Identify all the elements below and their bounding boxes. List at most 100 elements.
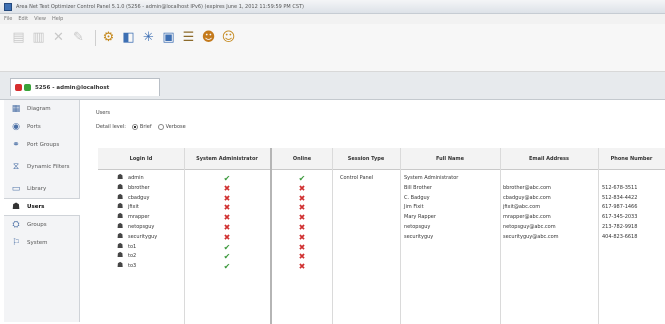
sidebar-item-diagram[interactable]: ▦ Diagram bbox=[4, 100, 80, 118]
library-icon: ▭ bbox=[11, 184, 21, 194]
email-address-cell: bbrother@abc.com bbox=[503, 184, 551, 191]
user-icon: ☗ bbox=[117, 251, 124, 260]
email-address-cell: securityguy@abc.com bbox=[503, 233, 559, 240]
check-icon: ✔ bbox=[223, 242, 231, 252]
email-address-cell: mrapper@abc.com bbox=[503, 214, 551, 221]
groups-icon: ⛭ bbox=[12, 220, 20, 230]
user-icon: ☗ bbox=[117, 241, 124, 250]
full-name-cell: C. Badguy bbox=[404, 194, 430, 201]
column-divider bbox=[598, 148, 599, 324]
login-id-cell[interactable]: netopsguy bbox=[128, 223, 154, 232]
column-header-session-type[interactable]: Session Type bbox=[332, 148, 400, 170]
login-id-cell[interactable]: securityguy bbox=[128, 233, 157, 242]
login-id-cell[interactable]: to3 bbox=[128, 262, 136, 271]
library-tool-icon[interactable]: ▣ bbox=[160, 29, 177, 46]
frozen-column-divider[interactable] bbox=[270, 148, 272, 324]
cross-icon: ✖ bbox=[298, 213, 306, 223]
filter-icon: ⧖ bbox=[12, 162, 20, 172]
cross-icon: ✖ bbox=[223, 232, 231, 242]
email-address-cell: netopsguy@abc.com bbox=[503, 224, 556, 230]
email-address-cell: cbadguy@abc.com bbox=[503, 194, 551, 201]
full-name-cell: Bill Brother bbox=[404, 184, 432, 191]
sidebar-item-port-groups[interactable]: ⚭ Port Groups bbox=[4, 136, 80, 154]
check-icon: ✔ bbox=[223, 174, 231, 183]
login-id-cell[interactable]: jfixit bbox=[128, 203, 139, 212]
brief-radio-label[interactable]: Brief bbox=[140, 124, 152, 130]
login-id-cell[interactable]: cbadguy bbox=[128, 194, 149, 203]
user-icon: ☗ bbox=[117, 192, 124, 201]
menu-bar: File Edit View Help bbox=[0, 14, 665, 24]
window-title-bar: Area Net Test Optimizer Control Panel 5.… bbox=[0, 0, 665, 14]
delete-icon[interactable]: ✕ bbox=[50, 29, 67, 46]
login-id-cell[interactable]: mrapper bbox=[128, 213, 149, 222]
report-tool-icon[interactable]: ☰ bbox=[180, 29, 197, 46]
detail-level-label: Detail level: bbox=[96, 124, 126, 130]
ports-tool-icon[interactable]: ⚙ bbox=[100, 29, 117, 46]
column-divider bbox=[400, 148, 401, 324]
sidebar-item-system[interactable]: ⚐ System bbox=[4, 234, 80, 252]
login-id-cell[interactable]: to2 bbox=[128, 252, 136, 261]
connected-status-icon bbox=[24, 84, 31, 91]
user-icon: ☗ bbox=[117, 182, 124, 191]
users-icon: ☗ bbox=[11, 202, 21, 212]
column-header-full-name[interactable]: Full Name bbox=[400, 148, 500, 170]
verbose-radio-label[interactable]: Verbose bbox=[166, 124, 186, 130]
column-header-email-address[interactable]: Email Address bbox=[500, 148, 598, 170]
column-divider bbox=[500, 148, 501, 324]
phone-number-cell: 617-345-2033 bbox=[602, 214, 638, 221]
full-name-cell: Mary Rapper bbox=[404, 214, 436, 221]
menu-view[interactable]: View bbox=[34, 16, 46, 22]
login-id-cell[interactable]: bbrother bbox=[128, 184, 150, 193]
filter-tool-icon[interactable]: ◧ bbox=[120, 29, 137, 46]
session-type-cell: Control Panel bbox=[340, 175, 374, 181]
tab-session-label: 5256 - admin@localhost bbox=[35, 84, 110, 91]
sidebar-item-dynamic-filters[interactable]: ⧖ Dynamic Filters bbox=[4, 158, 80, 176]
cross-icon: ✖ bbox=[298, 252, 306, 262]
check-icon: ✔ bbox=[223, 262, 231, 272]
users-panel-title: Users bbox=[96, 110, 111, 116]
cross-icon: ✖ bbox=[223, 193, 231, 203]
column-header-login-id[interactable]: Login Id bbox=[98, 148, 184, 170]
sidebar-item-ports[interactable]: ◉ Ports bbox=[4, 118, 80, 136]
cross-icon: ✖ bbox=[298, 223, 306, 232]
sidebar-item-library[interactable]: ▭ Library bbox=[4, 180, 80, 198]
column-header-phone-number[interactable]: Phone Number bbox=[598, 148, 665, 170]
connect-icon[interactable]: ▤ bbox=[10, 29, 27, 46]
menu-help[interactable]: Help bbox=[52, 16, 63, 22]
user-icon: ☗ bbox=[117, 173, 124, 181]
login-id-cell[interactable]: to1 bbox=[128, 243, 136, 252]
full-name-cell: Jim Fixit bbox=[404, 204, 424, 211]
phone-number-cell: 512-834-4422 bbox=[602, 194, 638, 201]
phone-number-cell: 213-782-9918 bbox=[602, 224, 638, 230]
column-header-system-administrator[interactable]: System Administrator bbox=[184, 148, 270, 170]
diagram-icon: ▦ bbox=[11, 104, 21, 114]
menu-edit[interactable]: Edit bbox=[18, 16, 28, 22]
users-tool-icon[interactable]: ☺ bbox=[220, 29, 237, 46]
menu-file[interactable]: File bbox=[4, 16, 12, 22]
check-icon: ✔ bbox=[298, 174, 306, 183]
brief-radio[interactable] bbox=[131, 124, 138, 130]
app-icon bbox=[4, 2, 12, 11]
user-tool-icon[interactable]: ☻ bbox=[200, 29, 217, 46]
disconnect-icon[interactable]: ▥ bbox=[30, 29, 47, 46]
login-id-cell[interactable]: admin bbox=[128, 174, 144, 183]
sidebar-item-groups[interactable]: ⛭ Groups bbox=[4, 216, 80, 234]
user-icon: ☗ bbox=[117, 222, 124, 230]
column-divider bbox=[184, 148, 185, 324]
column-divider bbox=[332, 148, 333, 324]
user-icon: ☗ bbox=[117, 202, 124, 211]
window-title: Area Net Test Optimizer Control Panel 5.… bbox=[16, 3, 305, 10]
verbose-radio[interactable] bbox=[157, 124, 164, 130]
port-groups-icon: ⚭ bbox=[12, 140, 20, 150]
edit-icon[interactable]: ✎ bbox=[70, 29, 87, 46]
sidebar-item-users[interactable]: ☗ Users bbox=[4, 198, 80, 216]
cross-icon: ✖ bbox=[298, 262, 306, 272]
check-icon: ✔ bbox=[223, 252, 231, 262]
user-icon: ☗ bbox=[117, 231, 124, 240]
groups-tool-icon[interactable]: ✳ bbox=[140, 29, 157, 46]
tab-session[interactable]: 5256 - admin@localhost bbox=[10, 78, 160, 96]
cross-icon: ✖ bbox=[298, 183, 306, 193]
column-header-online[interactable]: Online bbox=[272, 148, 332, 170]
phone-number-cell: 512-678-3511 bbox=[602, 184, 638, 191]
users-content-pane bbox=[84, 100, 665, 324]
